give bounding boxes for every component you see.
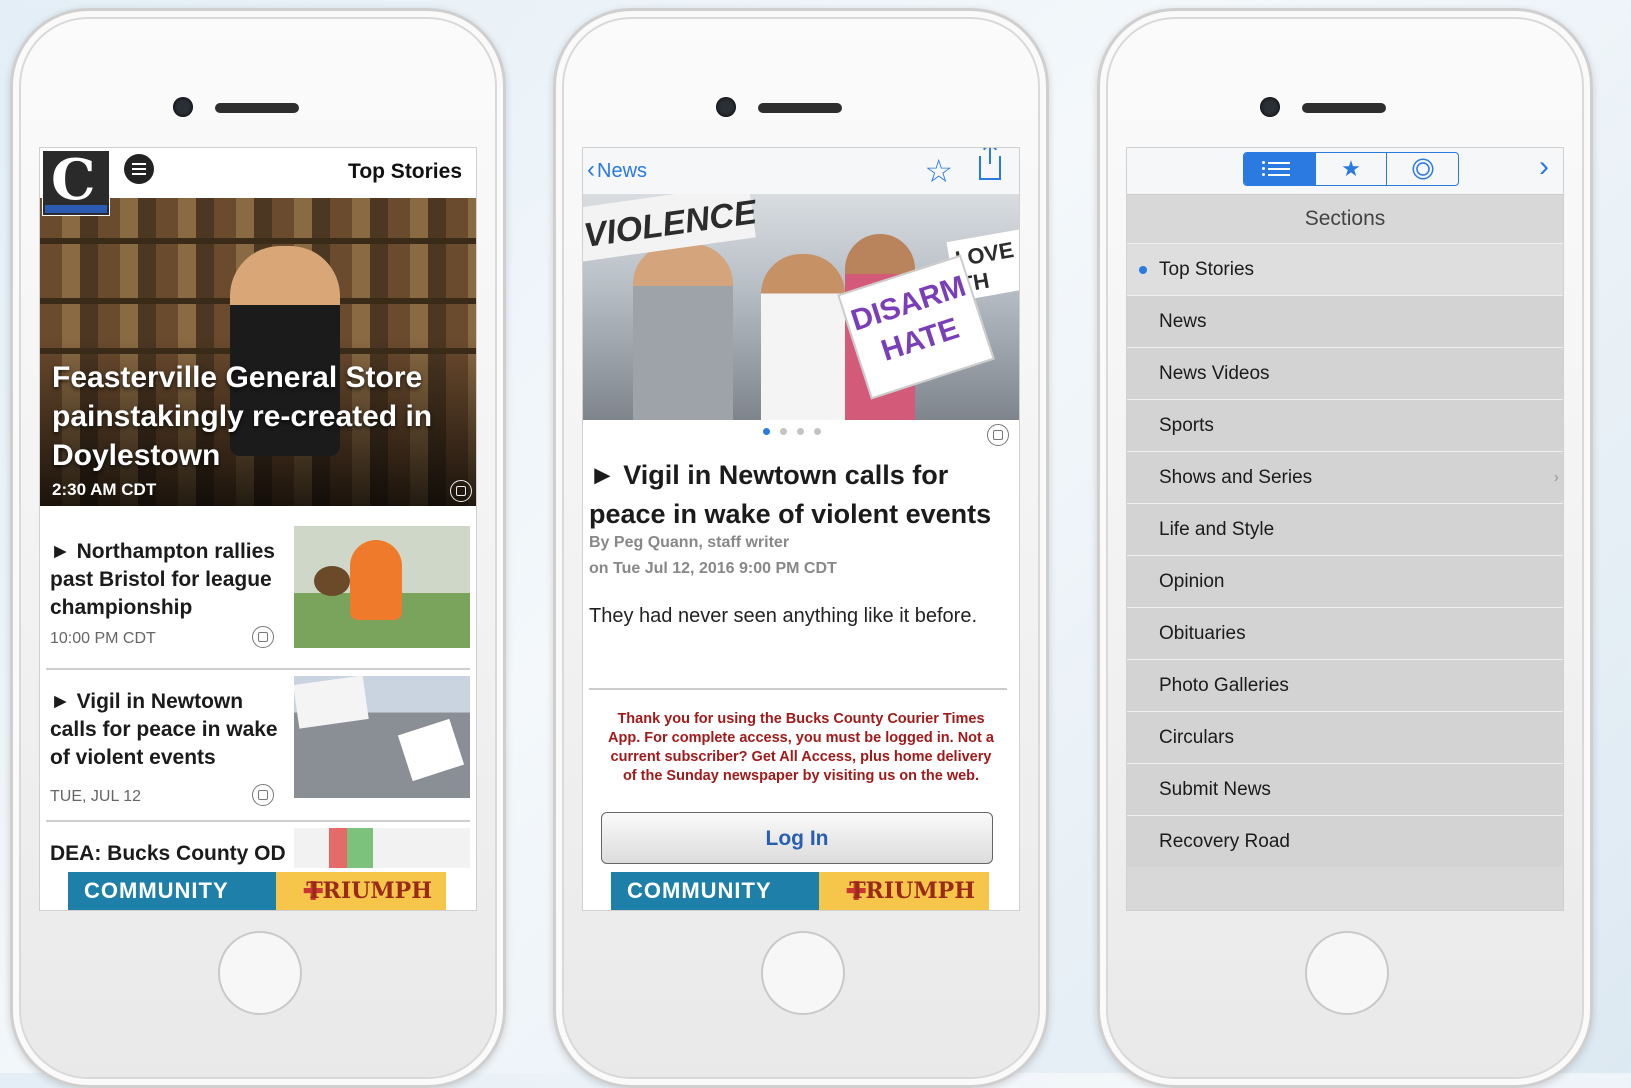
list-icon xyxy=(1262,161,1291,176)
share-icon[interactable] xyxy=(979,148,1001,180)
page-title: Top Stories xyxy=(348,160,462,183)
divider xyxy=(589,688,1007,690)
phone-article: ‹ News ☆ VIOLENCE I OVE TH DISARM HATE ► … xyxy=(553,8,1049,1088)
section-item-top-stories[interactable]: Top Stories xyxy=(1127,243,1563,295)
home-button[interactable] xyxy=(1305,931,1389,1015)
sections-list: Top Stories News News Videos Sports Show… xyxy=(1127,243,1563,867)
list-tab[interactable] xyxy=(1244,153,1316,185)
back-button[interactable]: ‹ News xyxy=(587,156,647,184)
section-item-circulars[interactable]: Circulars xyxy=(1127,711,1563,763)
chevron-left-icon: ‹ xyxy=(587,156,595,183)
protest-sign xyxy=(293,675,369,729)
divider xyxy=(46,668,470,670)
back-label: News xyxy=(597,160,648,182)
menu-icon xyxy=(132,163,146,165)
glove xyxy=(314,566,350,596)
top-stories-header: C Top Stories xyxy=(40,148,476,216)
section-item-sports[interactable]: Sports xyxy=(1127,399,1563,451)
menu-button[interactable] xyxy=(124,154,154,184)
phone-top-stories: C Top Stories Feasterville General Store… xyxy=(10,8,506,1088)
divider xyxy=(46,820,470,822)
earpiece-speaker xyxy=(758,103,842,113)
earpiece-speaker xyxy=(1302,103,1386,113)
story-headline: ► Northampton rallies past Bristol for l… xyxy=(50,540,275,619)
ad-right-text: TRIUMPH xyxy=(849,878,975,904)
story-timestamp: TUE, JUL 12 xyxy=(50,788,141,805)
section-item-shows-and-series[interactable]: Shows and Series › xyxy=(1127,451,1563,503)
page-dot xyxy=(797,428,804,435)
article-byline: By Peg Quann, staff writer xyxy=(589,534,790,551)
star-icon[interactable]: ☆ xyxy=(924,152,953,190)
section-item-opinion[interactable]: Opinion xyxy=(1127,555,1563,607)
article-lead: They had never seen anything like it bef… xyxy=(589,605,978,627)
front-camera xyxy=(716,97,736,117)
chevron-right-icon[interactable]: › xyxy=(1539,150,1549,184)
ad-banner[interactable]: COMMUNITY ✚ TRIUMPH xyxy=(68,872,446,910)
hero-headline: Feasterville General Store painstakingly… xyxy=(52,361,433,472)
hero-timestamp: 2:30 AM CDT xyxy=(52,480,157,499)
story-headline: DEA: Bucks County OD xyxy=(50,842,286,865)
article-photo[interactable]: VIOLENCE I OVE TH DISARM HATE xyxy=(583,194,1019,420)
story-item[interactable]: ► Northampton rallies past Bristol for l… xyxy=(40,526,476,676)
favorites-tab[interactable]: ★ xyxy=(1316,153,1388,185)
story-item[interactable]: ► Vigil in Newtown calls for peace in wa… xyxy=(40,675,476,826)
article-nav-bar: ‹ News ☆ xyxy=(583,148,1019,195)
story-timestamp: 10:00 PM CDT xyxy=(50,630,156,647)
gallery-icon xyxy=(252,626,274,648)
story-thumbnail-chart xyxy=(294,828,470,868)
earpiece-speaker xyxy=(215,103,299,113)
gallery-icon xyxy=(252,784,274,806)
page-dot xyxy=(814,428,821,435)
section-item-news[interactable]: News xyxy=(1127,295,1563,347)
ad-left-text: COMMUNITY xyxy=(84,878,229,903)
story-headline: ► Vigil in Newtown calls for peace in wa… xyxy=(50,690,278,769)
section-item-submit-news[interactable]: Submit News xyxy=(1127,763,1563,815)
home-button[interactable] xyxy=(761,931,845,1015)
subscription-notice: Thank you for using the Bucks County Cou… xyxy=(608,711,994,784)
sections-screen: ★ › Sections Top Stories News News Video… xyxy=(1126,147,1564,911)
section-item-news-videos[interactable]: News Videos xyxy=(1127,347,1563,399)
hero-story[interactable]: Feasterville General Store painstakingly… xyxy=(40,198,476,506)
gallery-icon[interactable] xyxy=(987,424,1009,446)
logo-banner xyxy=(45,205,107,213)
page-dot-active xyxy=(763,428,770,435)
article-date: on Tue Jul 12, 2016 9:00 PM CDT xyxy=(589,560,837,577)
section-item-photo-galleries[interactable]: Photo Galleries xyxy=(1127,659,1563,711)
player-jersey xyxy=(350,540,402,620)
star-icon: ★ xyxy=(1341,156,1361,181)
photo-person xyxy=(761,254,845,420)
ad-right-text: TRIUMPH xyxy=(306,878,432,904)
article-screen: ‹ News ☆ VIOLENCE I OVE TH DISARM HATE ► … xyxy=(582,147,1020,911)
gallery-icon xyxy=(450,480,472,502)
sections-toolbar: ★ › xyxy=(1127,148,1563,195)
courier-times-logo[interactable]: C xyxy=(42,147,110,216)
section-item-obituaries[interactable]: Obituaries xyxy=(1127,607,1563,659)
home-button[interactable] xyxy=(218,931,302,1015)
section-item-life-and-style[interactable]: Life and Style xyxy=(1127,503,1563,555)
section-item-recovery-road[interactable]: Recovery Road xyxy=(1127,815,1563,867)
article-headline: ► Vigil in Newtown calls for peace in wa… xyxy=(589,460,992,529)
logo-mark: C xyxy=(51,147,96,213)
ad-banner[interactable]: COMMUNITY ✚ TRIUMPH xyxy=(611,872,989,910)
ad-left-text: COMMUNITY xyxy=(627,878,772,903)
top-stories-screen: C Top Stories Feasterville General Store… xyxy=(39,147,477,911)
shelf xyxy=(40,238,476,244)
story-thumbnail-vigil xyxy=(293,675,470,798)
settings-tab[interactable] xyxy=(1387,153,1458,185)
page-indicator[interactable] xyxy=(763,428,821,435)
sections-panel: Sections Top Stories News News Videos Sp… xyxy=(1127,195,1563,910)
phone-sections: ★ › Sections Top Stories News News Video… xyxy=(1097,8,1593,1088)
page-dot xyxy=(780,428,787,435)
protest-sign xyxy=(397,718,465,782)
chevron-right-icon: › xyxy=(1553,469,1559,486)
story-thumbnail-baseball xyxy=(294,526,470,648)
segmented-control: ★ xyxy=(1243,152,1459,186)
front-camera xyxy=(1260,97,1280,117)
photo-person xyxy=(633,244,733,420)
sections-title: Sections xyxy=(1304,207,1386,230)
front-camera xyxy=(173,97,193,117)
gear-icon xyxy=(1415,162,1430,176)
log-in-button[interactable]: Log In xyxy=(601,812,993,864)
